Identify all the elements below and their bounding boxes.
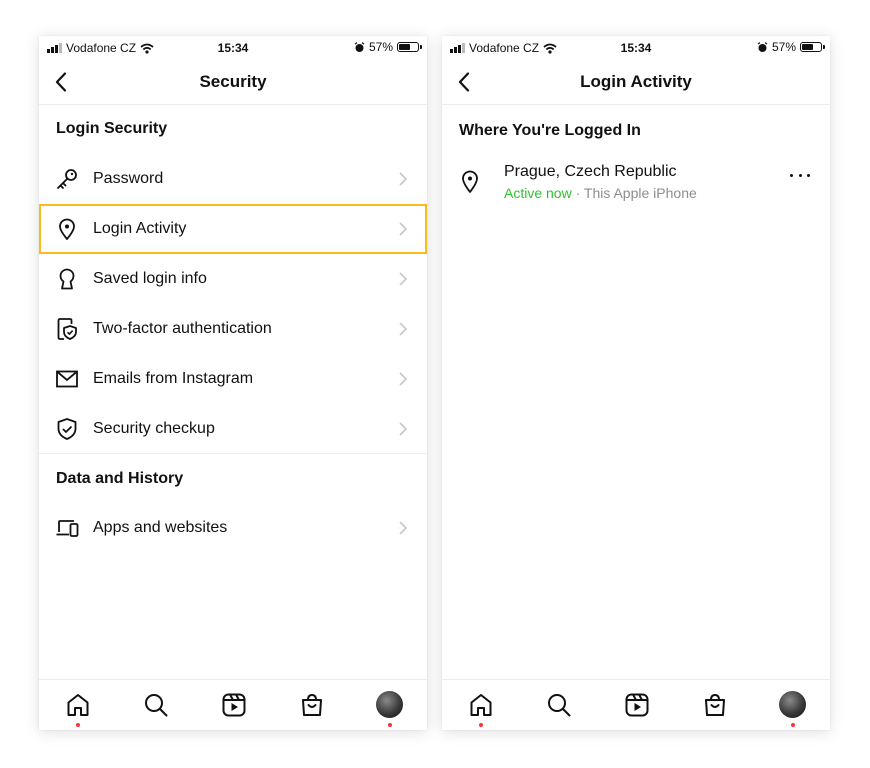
menu-item-emails[interactable]: Emails from Instagram bbox=[39, 354, 427, 404]
notification-dot bbox=[479, 723, 483, 727]
tab-home[interactable] bbox=[65, 692, 91, 727]
chevron-right-icon bbox=[399, 272, 408, 286]
login-session-item[interactable]: Prague, Czech Republic Active now · This… bbox=[442, 158, 830, 218]
tab-search[interactable] bbox=[143, 692, 169, 718]
chevron-right-icon bbox=[399, 372, 408, 386]
envelope-icon bbox=[56, 370, 78, 388]
home-icon bbox=[470, 694, 492, 716]
shop-icon bbox=[705, 693, 725, 716]
tab-shop[interactable] bbox=[702, 692, 728, 718]
status-bar: Vodafone CZ 15:34 57% bbox=[442, 36, 830, 60]
menu-item-login-activity[interactable]: Login Activity bbox=[39, 204, 427, 254]
page-title: Security bbox=[199, 72, 267, 91]
session-details: Active now · This Apple iPhone bbox=[504, 185, 697, 201]
notification-dot bbox=[76, 723, 80, 727]
menu-item-apps-websites[interactable]: Apps and websites bbox=[39, 503, 427, 553]
tab-bar bbox=[442, 679, 830, 730]
chevron-right-icon bbox=[399, 322, 408, 336]
menu-item-label: Saved login info bbox=[93, 270, 207, 287]
phone-shield-icon bbox=[57, 318, 77, 340]
menu-item-label: Two-factor authentication bbox=[93, 320, 272, 337]
menu-item-label: Password bbox=[93, 170, 164, 187]
battery-icon bbox=[800, 42, 825, 52]
tab-search[interactable] bbox=[546, 692, 572, 718]
tab-profile[interactable] bbox=[376, 691, 403, 727]
menu-item-saved-login-info[interactable]: Saved login info bbox=[39, 254, 427, 304]
tab-home[interactable] bbox=[468, 692, 494, 727]
section-divider bbox=[39, 453, 427, 454]
battery-icon bbox=[397, 42, 422, 52]
navigation-bar: Login Activity bbox=[442, 60, 830, 105]
section-title-login-security: Login Security bbox=[56, 120, 168, 137]
menu-item-security-checkup[interactable]: Security checkup bbox=[39, 404, 427, 454]
menu-item-password[interactable]: Password bbox=[39, 154, 427, 204]
notification-dot bbox=[790, 723, 795, 727]
status-bar: Vodafone CZ 15:34 57% bbox=[39, 36, 427, 60]
tab-reels[interactable] bbox=[624, 692, 650, 718]
search-icon bbox=[548, 694, 571, 717]
menu-item-two-factor[interactable]: Two-factor authentication bbox=[39, 304, 427, 354]
shield-check-icon bbox=[57, 418, 77, 440]
menu-item-label: Apps and websites bbox=[93, 519, 228, 536]
chevron-right-icon bbox=[399, 521, 408, 535]
page-title: Login Activity bbox=[580, 72, 692, 91]
battery-percent: 57% bbox=[771, 40, 796, 54]
home-icon bbox=[67, 694, 89, 716]
location-pin-icon bbox=[59, 218, 75, 240]
devices-icon bbox=[56, 520, 79, 537]
session-device: This Apple iPhone bbox=[583, 185, 697, 201]
chevron-right-icon bbox=[399, 422, 408, 436]
battery-percent: 57% bbox=[368, 40, 393, 54]
chevron-right-icon bbox=[399, 172, 408, 186]
keyhole-icon bbox=[59, 268, 75, 290]
session-status: Active now bbox=[504, 185, 572, 201]
menu-item-label: Security checkup bbox=[93, 420, 215, 437]
login-activity-screen: Vodafone CZ 15:34 57% Login Activity Whe… bbox=[442, 36, 830, 730]
tab-profile[interactable] bbox=[779, 691, 806, 727]
search-icon bbox=[145, 694, 168, 717]
more-options-button[interactable] bbox=[790, 168, 810, 182]
notification-dot bbox=[387, 723, 392, 727]
navigation-bar: Security bbox=[39, 60, 427, 105]
key-icon bbox=[57, 169, 77, 189]
chevron-right-icon bbox=[399, 222, 408, 236]
security-screen: Vodafone CZ 15:34 57% Security Login Sec… bbox=[39, 36, 427, 730]
section-title-data-history: Data and History bbox=[56, 470, 184, 487]
shop-icon bbox=[302, 693, 322, 716]
section-title-logged-in: Where You're Logged In bbox=[459, 122, 641, 139]
location-pin-icon bbox=[462, 170, 478, 193]
reels-icon bbox=[222, 693, 246, 717]
session-location: Prague, Czech Republic bbox=[504, 163, 677, 180]
tab-shop[interactable] bbox=[299, 692, 325, 718]
tab-bar bbox=[39, 679, 427, 730]
menu-item-label: Login Activity bbox=[93, 220, 187, 237]
separator: · bbox=[571, 185, 584, 201]
reels-icon bbox=[625, 693, 649, 717]
alarm-icon bbox=[354, 41, 365, 52]
alarm-icon bbox=[757, 41, 768, 52]
menu-item-label: Emails from Instagram bbox=[93, 370, 254, 387]
tab-reels[interactable] bbox=[221, 692, 247, 718]
